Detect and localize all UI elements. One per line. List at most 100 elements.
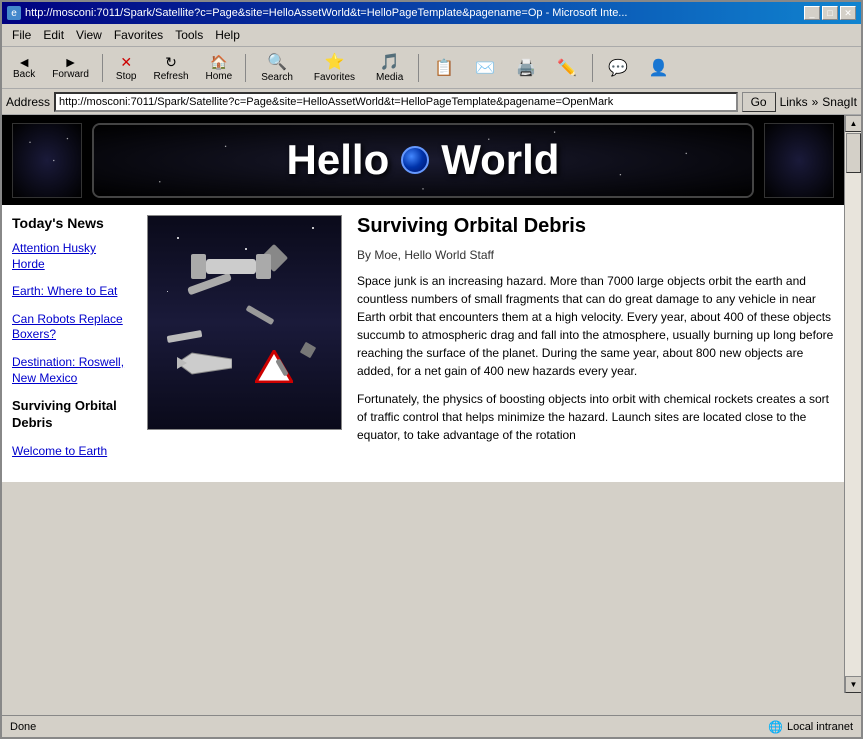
page-viewport: Hello World Today's News <box>2 115 844 715</box>
menu-help[interactable]: Help <box>209 26 246 44</box>
status-text: Done <box>10 721 36 733</box>
article-image <box>147 215 342 430</box>
zone-text: Local intranet <box>787 721 853 733</box>
refresh-icon: ↻ <box>165 54 177 71</box>
zone-icon: 🌐 <box>768 720 783 734</box>
scroll-track[interactable] <box>845 132 861 676</box>
separator-2 <box>245 54 246 82</box>
sidebar-link-attention[interactable]: Attention Husky Horde <box>12 241 132 272</box>
media-icon: 🎵 <box>380 52 400 72</box>
messenger-button[interactable]: 👤 <box>640 55 678 81</box>
title-bar-left: e http://mosconi:7011/Spark/Satellite?c=… <box>7 6 627 20</box>
stop-button[interactable]: ✕ Stop <box>109 51 144 85</box>
world-text: World <box>441 136 559 184</box>
status-right: 🌐 Local intranet <box>768 720 853 734</box>
address-label: Address <box>6 95 50 109</box>
menu-edit[interactable]: Edit <box>37 26 70 44</box>
main-layout: Today's News Attention Husky Horde Earth… <box>2 205 844 482</box>
back-label: Back <box>13 69 35 80</box>
media-button[interactable]: 🎵 Media <box>367 49 412 86</box>
toolbar: ◄ Back ► Forward ✕ Stop ↻ Refresh 🏠 Home… <box>2 47 861 89</box>
refresh-button[interactable]: ↻ Refresh <box>147 51 196 85</box>
forward-arrow-icon: ► <box>64 55 78 69</box>
sidebar-link-welcome[interactable]: Welcome to Earth <box>12 444 132 460</box>
menu-file[interactable]: File <box>6 26 37 44</box>
sidebar-link-earth-food[interactable]: Earth: Where to Eat <box>12 284 132 300</box>
address-input[interactable] <box>54 92 738 112</box>
site-header: Hello World <box>2 115 844 205</box>
favorites-star-icon: ⭐ <box>324 52 344 72</box>
page-content: Hello World Today's News <box>2 115 844 482</box>
header-block-right <box>764 123 834 198</box>
discuss-icon: 💬 <box>608 58 628 78</box>
sidebar-current-article: Surviving Orbital Debris <box>12 398 132 432</box>
separator-3 <box>418 54 419 82</box>
scroll-thumb[interactable] <box>846 133 861 173</box>
links-label: Links <box>780 95 808 109</box>
separator-4 <box>592 54 593 82</box>
forward-label: Forward <box>52 69 89 80</box>
links-area: Links » SnagIt <box>780 95 857 109</box>
media-label: Media <box>376 72 403 83</box>
yield-sign <box>255 350 293 386</box>
window-controls: _ □ ✕ <box>804 6 856 20</box>
favorites-label: Favorites <box>314 72 355 83</box>
satellite <box>206 259 256 274</box>
article-area: Surviving Orbital Debris By Moe, Hello W… <box>147 215 834 472</box>
address-bar: Address Go Links » SnagIt <box>2 89 861 115</box>
print-button[interactable]: 🖨️ <box>507 55 545 81</box>
history-icon: 📋 <box>434 58 454 78</box>
home-button[interactable]: 🏠 Home <box>199 51 240 85</box>
favorites-button[interactable]: ⭐ Favorites <box>305 49 364 86</box>
menu-bar: File Edit View Favorites Tools Help <box>2 24 861 47</box>
print-icon: 🖨️ <box>516 58 536 78</box>
browser-icon: e <box>7 6 21 20</box>
menu-view[interactable]: View <box>70 26 108 44</box>
search-button[interactable]: 🔍 Search <box>252 49 302 86</box>
search-label: Search <box>261 72 293 83</box>
mail-button[interactable]: ✉️ <box>466 55 504 81</box>
search-magnifier-icon: 🔍 <box>267 52 287 72</box>
title-bar: e http://mosconi:7011/Spark/Satellite?c=… <box>2 2 861 24</box>
sidebar-heading: Today's News <box>12 215 132 231</box>
home-icon: 🏠 <box>210 54 227 71</box>
maximize-button[interactable]: □ <box>822 6 838 20</box>
close-button[interactable]: ✕ <box>840 6 856 20</box>
window-title: http://mosconi:7011/Spark/Satellite?c=Pa… <box>25 7 627 19</box>
sidebar: Today's News Attention Husky Horde Earth… <box>12 215 132 472</box>
back-button[interactable]: ◄ Back <box>6 52 42 83</box>
scroll-up-button[interactable]: ▲ <box>845 115 861 132</box>
stop-icon: ✕ <box>120 54 132 71</box>
sidebar-link-roswell[interactable]: Destination: Roswell, New Mexico <box>12 355 132 386</box>
history-button[interactable]: 📋 <box>425 55 463 81</box>
status-zone: 🌐 Local intranet <box>768 720 853 734</box>
shuttle <box>177 351 232 376</box>
refresh-label: Refresh <box>154 71 189 82</box>
header-block-left <box>12 123 82 198</box>
stars-bg <box>148 216 341 429</box>
hello-text: Hello <box>287 136 390 184</box>
separator-1 <box>102 54 103 82</box>
snagit-label: SnagIt <box>822 95 857 109</box>
forward-button[interactable]: ► Forward <box>45 52 96 83</box>
messenger-icon: 👤 <box>649 58 669 78</box>
sidebar-link-robots[interactable]: Can Robots Replace Boxers? <box>12 312 132 343</box>
back-arrow-icon: ◄ <box>17 55 31 69</box>
menu-tools[interactable]: Tools <box>169 26 209 44</box>
page-container: Hello World Today's News <box>2 115 861 715</box>
menu-favorites[interactable]: Favorites <box>108 26 169 44</box>
browser-window: e http://mosconi:7011/Spark/Satellite?c=… <box>0 0 863 739</box>
site-title: Hello World <box>287 136 560 184</box>
edit-button[interactable]: ✏️ <box>548 55 586 81</box>
stop-label: Stop <box>116 71 137 82</box>
home-label: Home <box>206 71 233 82</box>
minimize-button[interactable]: _ <box>804 6 820 20</box>
go-button[interactable]: Go <box>742 92 776 112</box>
header-banner: Hello World <box>92 123 754 198</box>
mail-icon: ✉️ <box>475 58 495 78</box>
status-bar: Done 🌐 Local intranet <box>2 715 861 737</box>
scrollbar: ▲ ▼ <box>844 115 861 693</box>
discuss-button[interactable]: 💬 <box>599 55 637 81</box>
links-chevron-icon: » <box>812 95 819 109</box>
scroll-down-button[interactable]: ▼ <box>845 676 861 693</box>
